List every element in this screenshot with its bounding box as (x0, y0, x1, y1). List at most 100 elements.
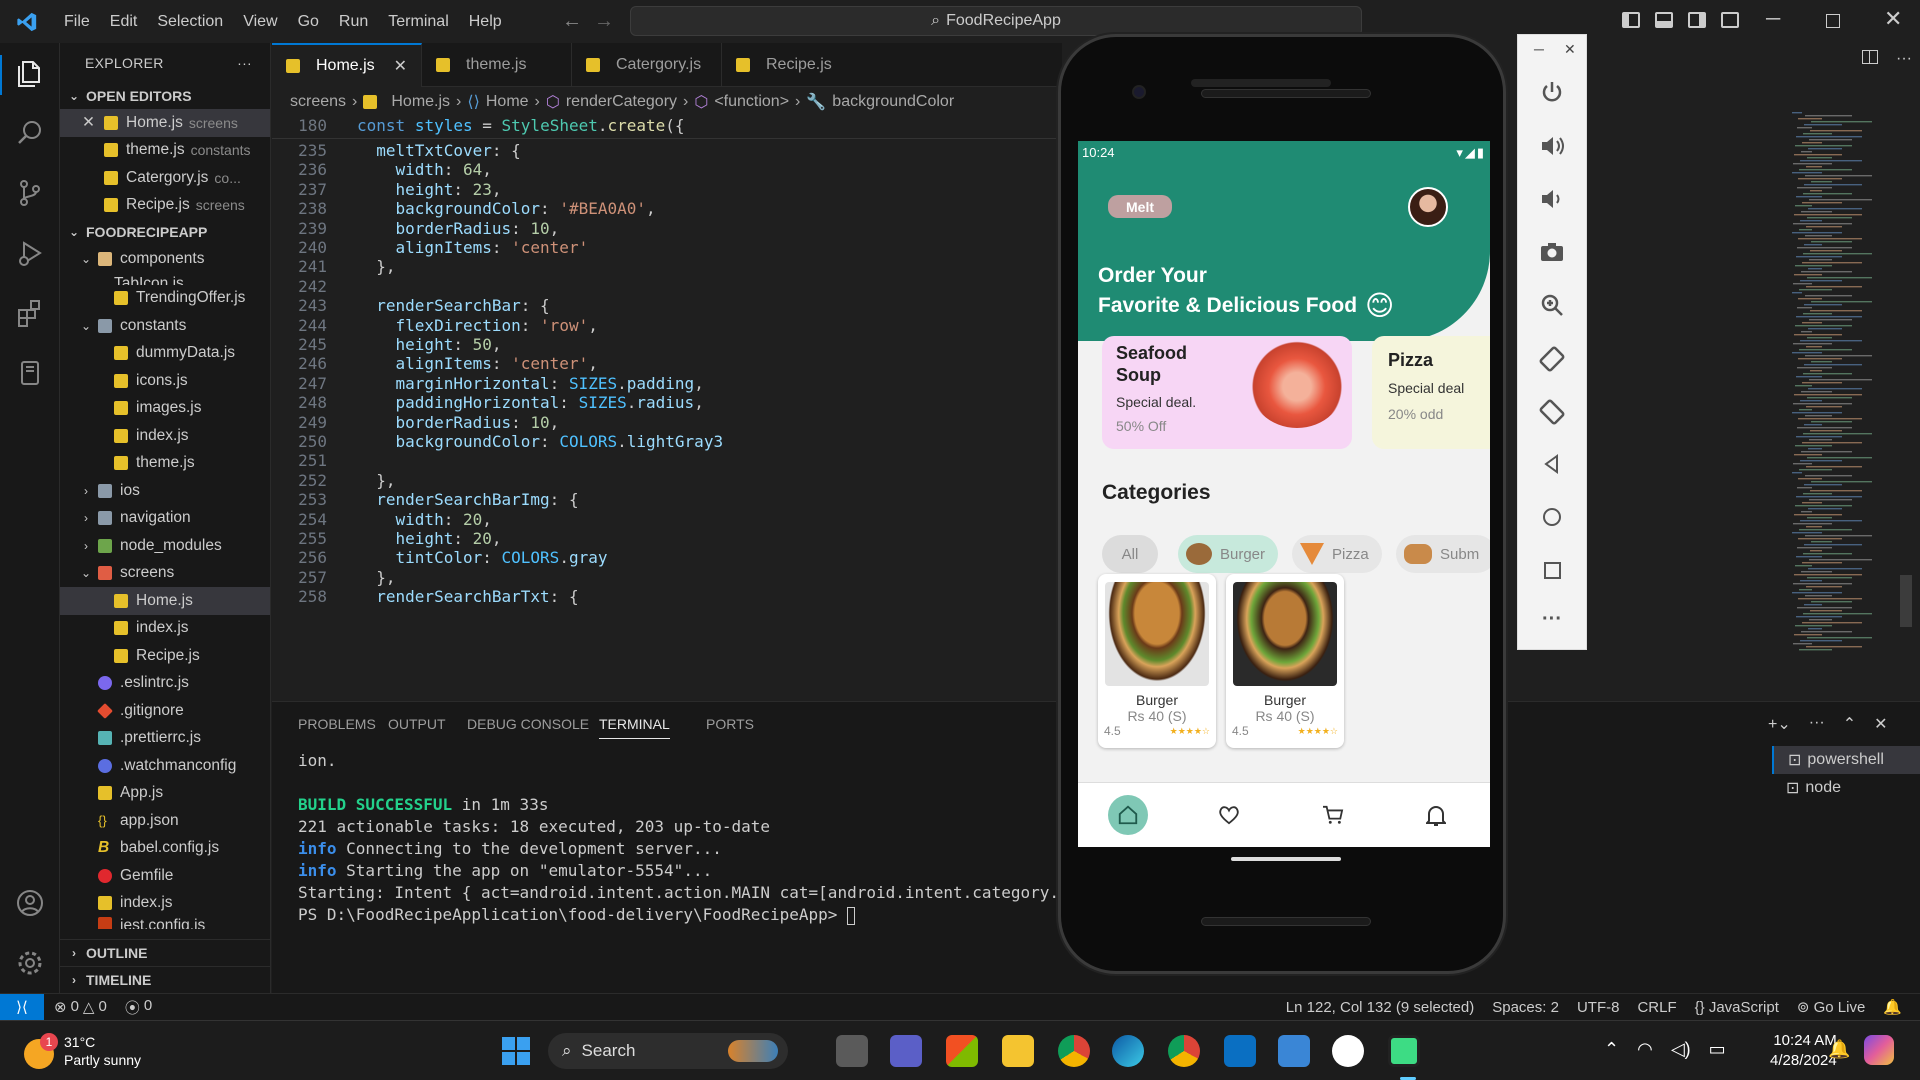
file-index-root[interactable]: index.js (60, 890, 270, 918)
photos-icon[interactable] (1278, 1035, 1310, 1067)
toggle-sidebar-icon[interactable] (1622, 12, 1640, 28)
close-icon[interactable]: ✕ (394, 56, 407, 76)
copilot-icon[interactable] (1864, 1035, 1894, 1065)
food-card[interactable]: Burger Rs 40 (S) 4.5 ★★★★☆ (1226, 574, 1344, 748)
file-theme[interactable]: theme.js (60, 450, 270, 478)
maximize-panel-icon[interactable]: ⌃ (1843, 714, 1856, 734)
tab-recipe[interactable]: Recipe.js (722, 43, 872, 87)
close-icon[interactable]: ✕ (82, 113, 104, 132)
folder-screens[interactable]: ⌄ screens (60, 560, 270, 588)
file-gemfile[interactable]: Gemfile (60, 862, 270, 890)
breadcrumb-item[interactable]: screens (290, 93, 346, 111)
home-circle-icon[interactable] (1537, 502, 1567, 532)
file-tabicon[interactable]: TabIcon.js (60, 273, 270, 284)
clock[interactable]: 10:24 AM 4/28/2024 (1770, 1031, 1837, 1071)
tab-ports[interactable]: PORTS (706, 716, 754, 732)
file-appjson[interactable]: {} app.json (60, 807, 270, 835)
category-chip-submarine[interactable]: Subm (1396, 535, 1490, 573)
gesture-bar[interactable] (1231, 857, 1341, 861)
accounts-icon[interactable] (14, 887, 46, 919)
open-editor-category[interactable]: Catergory.js co... (60, 164, 270, 192)
breadcrumb-item[interactable]: <function> (714, 93, 789, 111)
restore-window-icon[interactable] (1826, 14, 1840, 28)
code-editor[interactable]: 180 const styles = StyleSheet.create({ 2… (272, 114, 1062, 700)
minimize-window-icon[interactable]: ─ (1766, 8, 1780, 31)
go-live-button[interactable]: ⊚ Go Live (1797, 998, 1865, 1016)
task-view-icon[interactable] (836, 1035, 868, 1067)
overview-square-icon[interactable] (1537, 555, 1567, 585)
open-editor-theme[interactable]: theme.js constants (60, 137, 270, 165)
terminal-node[interactable]: ⊡ node (1772, 774, 1920, 802)
encoding[interactable]: UTF-8 (1577, 999, 1620, 1016)
tab-theme[interactable]: theme.js (422, 43, 572, 87)
file-jest[interactable]: jest.config.js (60, 917, 270, 929)
menu-file[interactable]: File (54, 0, 100, 43)
rotate-right-icon[interactable] (1537, 396, 1567, 426)
promo-card-pizza[interactable]: Pizza Special deal 20% odd (1372, 336, 1490, 449)
screenshot-camera-icon[interactable] (1537, 237, 1567, 267)
folder-ios[interactable]: › ios (60, 477, 270, 505)
battery-icon[interactable]: ▭ (1709, 1039, 1726, 1060)
file-dummydata[interactable]: dummyData.js (60, 340, 270, 368)
folder-navigation[interactable]: › navigation (60, 505, 270, 533)
more-actions-icon[interactable]: ··· (1896, 50, 1912, 68)
open-editor-recipe[interactable]: Recipe.js screens (60, 192, 270, 220)
menu-terminal[interactable]: Terminal (378, 0, 458, 43)
breadcrumb-item[interactable]: renderCategory (566, 93, 677, 111)
food-card[interactable]: Burger Rs 40 (S) 4.5 ★★★★☆ (1098, 574, 1216, 748)
weather-widget[interactable]: 1 (24, 1033, 60, 1069)
favorites-heart-icon[interactable] (1218, 805, 1240, 825)
back-triangle-icon[interactable] (1537, 449, 1567, 479)
terminal-powershell[interactable]: ⊡ powershell (1772, 746, 1920, 774)
file-babel[interactable]: Bbabel.config.js (60, 835, 270, 863)
folder-components[interactable]: ⌄ components (60, 245, 270, 273)
line-ending[interactable]: CRLF (1637, 999, 1676, 1016)
chrome-icon[interactable] (1058, 1035, 1090, 1067)
rotate-left-icon[interactable] (1537, 343, 1567, 373)
tab-terminal[interactable]: TERMINAL (599, 716, 670, 739)
more-actions-icon[interactable]: ··· (1809, 714, 1825, 734)
file-index-constants[interactable]: index.js (60, 422, 270, 450)
back-arrow-icon[interactable]: ← (562, 10, 582, 33)
menu-selection[interactable]: Selection (147, 0, 233, 43)
menu-run[interactable]: Run (329, 0, 378, 43)
menu-help[interactable]: Help (459, 0, 512, 43)
problems-indicator[interactable]: ⊗ 0 △ 0 (54, 998, 107, 1016)
remote-explorer-icon[interactable] (14, 357, 46, 389)
timeline-section[interactable]: › TIMELINE (60, 966, 270, 992)
editor-scrollbar[interactable] (1900, 575, 1912, 627)
close-window-icon[interactable]: ✕ (1884, 6, 1902, 32)
weather-text[interactable]: 31°C Partly sunny (64, 1033, 141, 1069)
file-index-screens[interactable]: index.js (60, 615, 270, 643)
promo-card-seafood[interactable]: Seafood Soup Special deal. 50% Off (1102, 336, 1352, 449)
breadcrumb-item[interactable]: Home.js (391, 93, 450, 111)
folder-node-modules[interactable]: › node_modules (60, 532, 270, 560)
open-editors-section[interactable]: ⌄ OPEN EDITORS (60, 83, 270, 109)
tab-problems[interactable]: PROBLEMS (298, 716, 376, 732)
zoom-icon[interactable] (1537, 290, 1567, 320)
search-icon[interactable] (14, 117, 46, 149)
file-app[interactable]: App.js (60, 780, 270, 808)
file-recipe[interactable]: Recipe.js (60, 642, 270, 670)
category-chip-all[interactable]: All (1102, 535, 1158, 573)
notifications-bell-icon[interactable]: 🔔 (1883, 998, 1902, 1016)
ports-indicator[interactable]: ⦿ 0 (125, 997, 152, 1018)
file-prettierrc[interactable]: .prettierrc.js (60, 725, 270, 753)
forward-arrow-icon[interactable]: → (594, 10, 614, 33)
volume-icon[interactable]: ◁) (1671, 1039, 1691, 1060)
tab-category[interactable]: Catergory.js (572, 43, 722, 87)
file-trending[interactable]: TrendingOffer.js (60, 285, 270, 313)
taskbar-search[interactable]: ⌕ Search (548, 1033, 788, 1069)
file-icons[interactable]: icons.js (60, 367, 270, 395)
folder-constants[interactable]: ⌄ constants (60, 312, 270, 340)
split-editor-icon[interactable] (1862, 50, 1878, 64)
notification-bell-icon[interactable]: 🔔 (1828, 1039, 1850, 1060)
terminal-output[interactable]: ion. BUILD SUCCESSFUL in 1m 33s 221 acti… (298, 750, 1117, 926)
android-studio-icon[interactable] (1332, 1035, 1364, 1067)
outline-section[interactable]: › OUTLINE (60, 940, 270, 966)
tab-home[interactable]: Home.js ✕ (272, 43, 422, 87)
source-control-icon[interactable] (14, 177, 46, 209)
close-panel-icon[interactable]: ✕ (1874, 714, 1887, 734)
breadcrumb-item[interactable]: backgroundColor (832, 93, 954, 111)
minimap[interactable] (1788, 112, 1898, 652)
